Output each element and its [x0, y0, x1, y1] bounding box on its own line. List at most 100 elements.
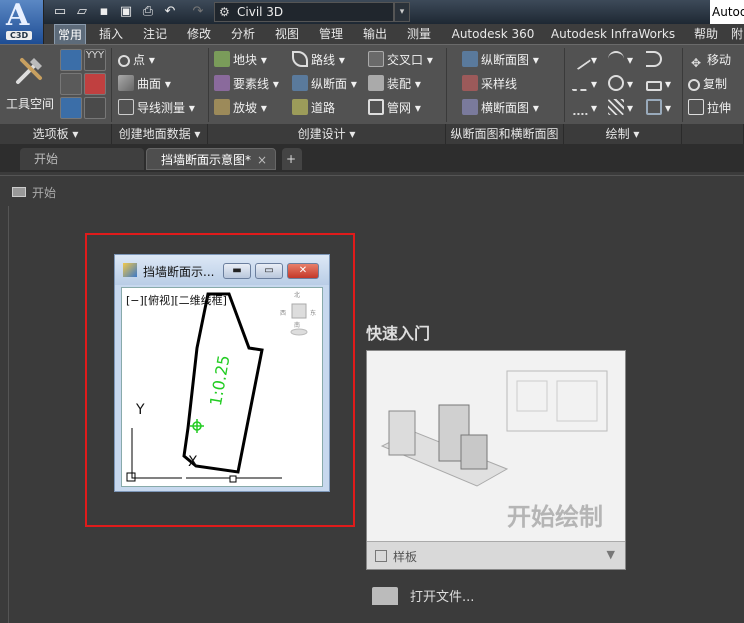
minimize-button[interactable]: ▬ [223, 263, 251, 279]
move-button[interactable]: ✥ 移动 [688, 49, 731, 71]
feature-line-button[interactable]: 要素线 ▾ [214, 73, 279, 95]
open-file-link[interactable]: 打开文件... [372, 586, 474, 605]
rectangle-tool[interactable]: ▾ [646, 73, 671, 95]
close-tab-icon[interactable]: × [257, 149, 267, 171]
doc-tab-start[interactable]: 开始 [20, 148, 144, 170]
folder-icon [372, 587, 398, 605]
polyline-tool[interactable] [646, 49, 665, 71]
tab-help[interactable]: 帮助 [688, 24, 724, 44]
tab-survey[interactable]: 测量 [400, 24, 438, 44]
panel-title-draw[interactable]: 绘制 ▾ [564, 124, 682, 144]
sample-line-button[interactable]: 采样线 [462, 73, 517, 95]
save-icon[interactable]: ▪ [96, 4, 112, 20]
drawing-thumbnail[interactable]: 挡墙断面示... ▬ ▭ ✕ [−][俯视][二维线框] Y X 1:0.25 … [114, 254, 330, 492]
open-folder-icon[interactable]: ▱ [74, 4, 90, 20]
tab-addins[interactable]: 附 [730, 24, 744, 44]
doc-tab-drawing[interactable]: 挡墙断面示意图* × [146, 148, 276, 170]
xline-icon [572, 75, 588, 91]
pipe-network-icon [368, 99, 384, 115]
assembly-button[interactable]: 装配 ▾ [368, 73, 421, 95]
viewport-label[interactable]: [−][俯视][二维线框] [126, 292, 227, 308]
region-tool[interactable]: ▾ [646, 97, 671, 119]
toolspace-button[interactable]: 工具空间 [4, 52, 56, 118]
thumbnail-titlebar: 挡墙断面示... ▬ ▭ ✕ [115, 255, 329, 285]
ucs-icon [131, 428, 182, 479]
traverse-button[interactable]: 导线测量 ▾ [118, 97, 195, 119]
workspace-selector[interactable]: ⚙ Civil 3D [214, 2, 394, 22]
section-view-button[interactable]: 横断面图 ▾ [462, 97, 539, 119]
template-icon [375, 550, 387, 562]
parcel-icon [214, 51, 230, 67]
print-icon[interactable]: ⎙ [140, 4, 156, 20]
close-window-button[interactable]: ✕ [287, 263, 319, 279]
hatch-tool[interactable]: ▾ [608, 97, 633, 119]
tab-analyze[interactable]: 分析 [224, 24, 262, 44]
undo-icon[interactable]: ↶ [162, 4, 178, 20]
qat-dropdown-button[interactable]: ▾ [394, 2, 410, 22]
point-button[interactable]: 点 ▾ [118, 49, 155, 71]
construction-line-tool[interactable]: ▾ [572, 73, 597, 95]
stretch-button[interactable]: 拉伸 [688, 97, 731, 119]
grip-point [229, 475, 237, 483]
chevron-down-icon[interactable]: ▼ [607, 548, 615, 561]
tab-infraworks[interactable]: Autodesk InfraWorks [546, 24, 680, 44]
start-label: 开始 [32, 186, 57, 200]
spline-tool[interactable]: ▾ [572, 97, 597, 119]
profile-view-button[interactable]: 纵断面图 ▾ [462, 49, 539, 71]
settings-tree-icon[interactable]: YYY [84, 49, 106, 71]
tab-output[interactable]: 输出 [356, 24, 394, 44]
panel-title-palettes[interactable]: 选项板 ▾ [0, 124, 112, 144]
start-drawing-card[interactable]: 开始绘制 样板 ▼ [366, 350, 626, 570]
copy-button[interactable]: 复制 [688, 73, 727, 95]
prospector-icon[interactable] [60, 49, 82, 71]
compass-west: 西 [280, 310, 287, 317]
application-menu-button[interactable]: A C3D [0, 0, 44, 44]
redo-icon[interactable]: ↷ [190, 4, 206, 20]
arc-icon [608, 51, 624, 67]
copy-icon [688, 79, 700, 91]
tab-insert[interactable]: 插入 [92, 24, 130, 44]
layers-icon[interactable] [84, 97, 106, 119]
arc-tool[interactable]: ▾ [608, 49, 633, 71]
traverse-icon [118, 99, 134, 115]
start-drawing-label: 开始绘制 [507, 503, 603, 531]
properties-icon[interactable] [60, 97, 82, 119]
start-menu-icon[interactable] [12, 187, 26, 197]
intersection-button[interactable]: 交叉口 ▾ [368, 49, 433, 71]
compass-east: 东 [310, 310, 317, 317]
survey-icon[interactable] [60, 73, 82, 95]
panel-title-modify [682, 124, 744, 144]
panel-title-create-ground[interactable]: 创建地面数据 ▾ [112, 124, 208, 144]
toolbox-icon[interactable] [84, 73, 106, 95]
tab-modify[interactable]: 修改 [180, 24, 218, 44]
parcel-button[interactable]: 地块 ▾ [214, 49, 267, 71]
new-tab-button[interactable]: + [282, 148, 302, 170]
profile-button[interactable]: 纵断面 ▾ [292, 73, 357, 95]
autodesk-logo: A [6, 0, 30, 33]
corridor-button[interactable]: 道路 [292, 97, 335, 119]
tab-view[interactable]: 视图 [268, 24, 306, 44]
profile-icon [292, 75, 308, 91]
profile-view-icon [462, 51, 478, 67]
save-as-icon[interactable]: ▣ [118, 4, 134, 20]
panel-title-create-design[interactable]: 创建设计 ▾ [208, 124, 446, 144]
surface-button[interactable]: 曲面 ▾ [118, 73, 171, 95]
start-page-header: 开始 [0, 175, 744, 205]
polyline-icon [646, 51, 662, 67]
x-axis-label: X [188, 454, 198, 470]
new-file-icon[interactable]: ▭ [52, 4, 68, 20]
y-axis-label: Y [136, 402, 145, 418]
circle-tool[interactable]: ▾ [608, 73, 633, 95]
tab-annotate[interactable]: 注记 [136, 24, 174, 44]
grading-button[interactable]: 放坡 ▾ [214, 97, 267, 119]
alignment-button[interactable]: 路线 ▾ [292, 49, 345, 71]
c3d-badge: C3D [6, 31, 33, 40]
crosshair-lines [190, 419, 204, 433]
tab-home[interactable]: 常用 [54, 24, 86, 44]
line-tool[interactable]: ▾ [568, 47, 597, 71]
pipe-network-button[interactable]: 管网 ▾ [368, 97, 421, 119]
maximize-button[interactable]: ▭ [255, 263, 283, 279]
template-selector[interactable]: 样板 ▼ [367, 541, 625, 569]
tab-autodesk-360[interactable]: Autodesk 360 [446, 24, 540, 44]
tab-manage[interactable]: 管理 [312, 24, 350, 44]
